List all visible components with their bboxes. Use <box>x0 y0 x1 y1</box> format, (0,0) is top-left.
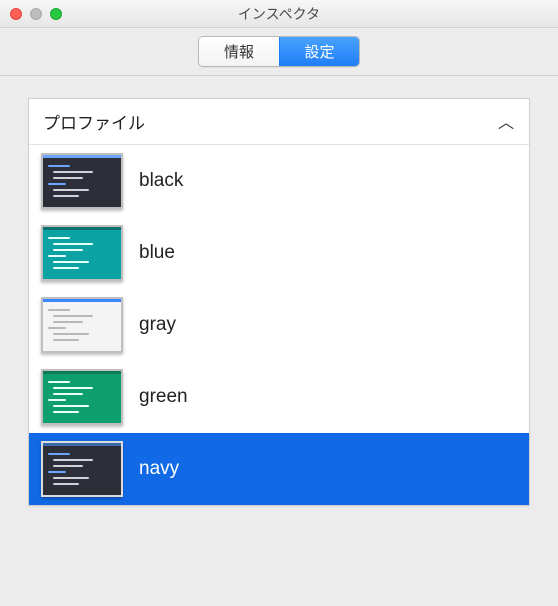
chevron-up-icon: 〈 <box>495 113 519 129</box>
profile-item-green[interactable]: green <box>29 361 529 433</box>
settings-panel: プロファイル 〈 black blue gray green navy <box>28 98 530 506</box>
profile-item-gray[interactable]: gray <box>29 289 529 361</box>
profile-label: blue <box>139 242 175 264</box>
profile-label: gray <box>139 314 176 336</box>
tab-bar: 情報 設定 <box>0 28 558 76</box>
maximize-window-button[interactable] <box>50 8 62 20</box>
profile-label: navy <box>139 458 179 480</box>
profile-thumbnail <box>41 441 123 497</box>
profile-label: green <box>139 386 188 408</box>
title-bar: インスペクタ <box>0 0 558 28</box>
profiles-section-title: プロファイル <box>43 109 145 134</box>
profile-list: black blue gray green navy <box>29 145 529 505</box>
profile-thumbnail <box>41 369 123 425</box>
profile-thumbnail <box>41 225 123 281</box>
profile-thumbnail <box>41 153 123 209</box>
window-title: インスペクタ <box>0 4 558 24</box>
traffic-lights <box>0 8 62 20</box>
tab-settings[interactable]: 設定 <box>279 37 359 66</box>
profile-item-black[interactable]: black <box>29 145 529 217</box>
close-window-button[interactable] <box>10 8 22 20</box>
profiles-section-header[interactable]: プロファイル 〈 <box>29 99 529 145</box>
profile-item-navy[interactable]: navy <box>29 433 529 505</box>
minimize-window-button[interactable] <box>30 8 42 20</box>
tab-info[interactable]: 情報 <box>199 37 279 66</box>
segmented-control: 情報 設定 <box>198 36 360 67</box>
profile-label: black <box>139 170 183 192</box>
profile-item-blue[interactable]: blue <box>29 217 529 289</box>
profile-thumbnail <box>41 297 123 353</box>
